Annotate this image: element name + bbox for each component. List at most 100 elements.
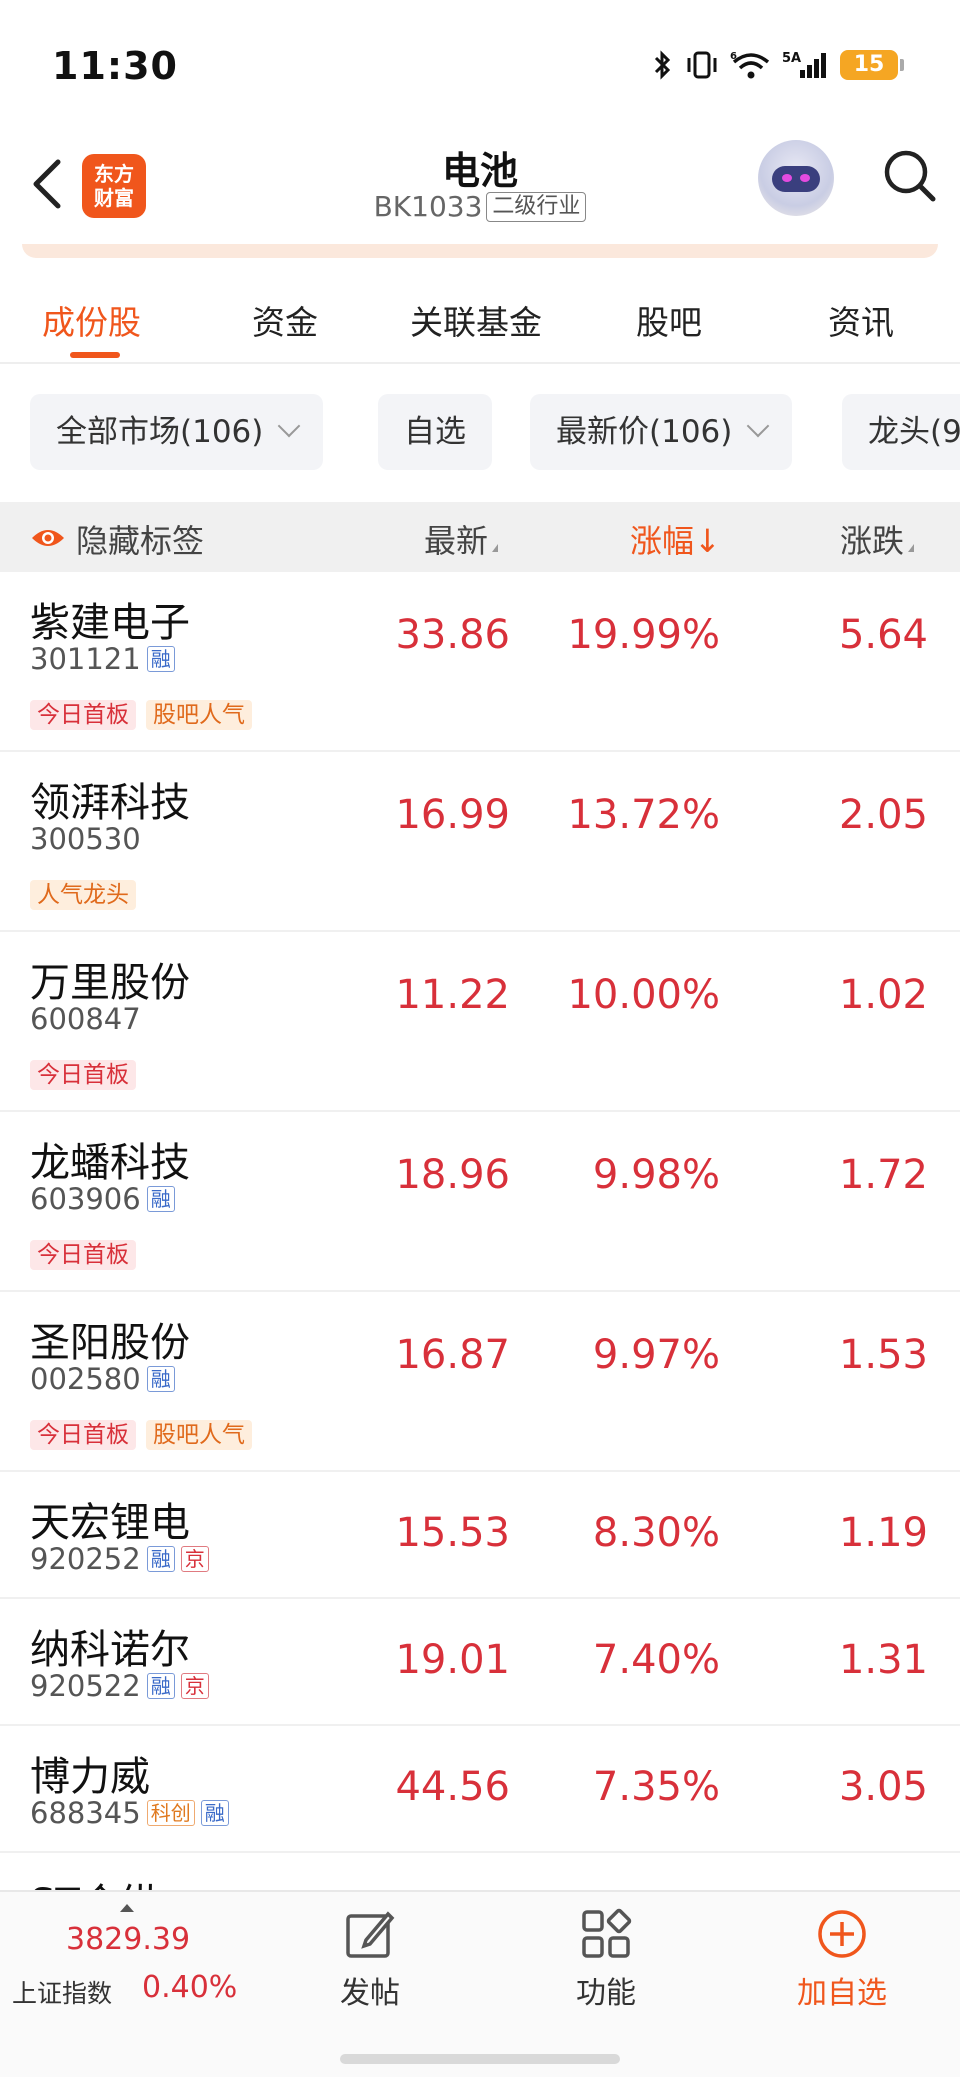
column-latest-label: 最新 xyxy=(424,522,489,560)
stock-change: 3.05 xyxy=(838,1764,928,1810)
stock-badge: 融 xyxy=(146,1366,175,1392)
assistant-robot-icon[interactable] xyxy=(758,140,834,216)
tab-constituents[interactable]: 成份股 xyxy=(42,296,141,344)
filter-latest-price-label: 最新价(106) xyxy=(556,414,733,450)
wifi-icon: 6 xyxy=(730,50,772,80)
stock-code-line: 300530 xyxy=(30,822,141,856)
column-change-label: 涨跌 xyxy=(840,522,905,560)
filter-watchlist[interactable]: 自选 xyxy=(378,394,492,470)
stock-row[interactable]: ST合纵 xyxy=(0,1853,960,1892)
add-circle-icon xyxy=(818,1910,866,1958)
stock-code: 920522 xyxy=(30,1669,141,1703)
column-change-pct[interactable]: 涨幅↓ xyxy=(630,516,721,562)
stock-row[interactable]: 万里股份 600847 今日首板 11.22 10.00% 1.02 xyxy=(0,932,960,1112)
bottom-bar: 3829.39 上证指数 0.40% 发帖 功能 加自选 xyxy=(0,1890,960,2077)
stock-code: 688345 xyxy=(30,1796,141,1830)
stock-change-pct: 13.72% xyxy=(567,792,720,838)
eye-icon[interactable] xyxy=(30,522,66,550)
stock-change-pct: 7.35% xyxy=(592,1764,720,1810)
stock-tag: 今日首板 xyxy=(30,1060,136,1090)
stock-name: 领湃科技 xyxy=(30,780,190,826)
vibrate-icon xyxy=(684,50,720,80)
search-icon[interactable] xyxy=(880,146,940,206)
stock-row[interactable]: 领湃科技 300530 人气龙头 16.99 13.72% 2.05 xyxy=(0,752,960,932)
stock-tags: 今日首板 xyxy=(30,1240,136,1270)
tab-bar: 成份股 资金 关联基金 股吧 资讯 xyxy=(0,272,960,364)
stock-change: 1.72 xyxy=(838,1152,928,1198)
stock-badge: 融 xyxy=(146,1673,175,1699)
stock-code-line: 920252 融京 xyxy=(30,1542,209,1576)
stock-row[interactable]: 纳科诺尔 920522 融京 19.01 7.40% 1.31 xyxy=(0,1599,960,1726)
sort-icon xyxy=(908,544,915,552)
add-to-watchlist-button[interactable]: 加自选 xyxy=(772,1908,912,2012)
stock-tag: 今日首板 xyxy=(30,700,136,730)
active-tab-indicator xyxy=(70,352,120,358)
post-button[interactable]: 发帖 xyxy=(300,1908,440,2012)
stock-change-pct: 9.98% xyxy=(592,1152,720,1198)
stock-code: 300530 xyxy=(30,822,141,856)
stock-change-pct: 10.00% xyxy=(567,972,720,1018)
bluetooth-icon xyxy=(652,50,674,80)
filter-leader[interactable]: 龙头(9 xyxy=(842,394,960,470)
stock-name: 纳科诺尔 xyxy=(30,1627,190,1673)
chevron-down-icon xyxy=(747,414,770,438)
stock-change-pct: 19.99% xyxy=(567,612,720,658)
stock-code-line: 688345 科创融 xyxy=(30,1796,229,1830)
stock-code-line: 301121 融 xyxy=(30,642,175,676)
stock-tag: 人气龙头 xyxy=(30,880,136,910)
stock-latest-price: 11.22 xyxy=(395,972,510,1018)
stock-badge: 融 xyxy=(146,646,175,672)
stock-badge: 融 xyxy=(146,1546,175,1572)
tab-related-funds[interactable]: 关联基金 xyxy=(410,296,542,344)
hide-tags-toggle[interactable]: 隐藏标签 xyxy=(76,516,204,562)
expand-up-icon[interactable] xyxy=(120,1904,134,1912)
clock: 11:30 xyxy=(52,44,178,88)
filter-leader-label: 龙头(9 xyxy=(868,414,960,450)
filter-watchlist-label: 自选 xyxy=(404,414,466,450)
stock-code-line: 920522 融京 xyxy=(30,1669,209,1703)
column-header: 隐藏标签 最新 涨幅↓ 涨跌 xyxy=(0,502,960,572)
stock-row[interactable]: 圣阳股份 002580 融今日首板 股吧人气 16.87 9.97% 1.53 xyxy=(0,1292,960,1472)
stock-change: 2.05 xyxy=(838,792,928,838)
stock-name: ST合纵 xyxy=(30,1871,160,1892)
industry-level-tag: 二级行业 xyxy=(486,192,587,222)
index-name[interactable]: 上证指数 xyxy=(12,1974,112,2010)
index-change[interactable]: 0.40% xyxy=(142,1970,237,2005)
stock-code: 002580 xyxy=(30,1362,141,1396)
index-value[interactable]: 3829.39 xyxy=(66,1922,190,1957)
tab-news[interactable]: 资讯 xyxy=(828,296,894,344)
status-icons: 6 5A 15 xyxy=(652,50,904,80)
filter-market[interactable]: 全部市场(106) xyxy=(30,394,324,470)
stock-tags: 今日首板 股吧人气 xyxy=(30,1420,252,1450)
grid-icon xyxy=(582,1908,632,1958)
stock-row[interactable]: 龙蟠科技 603906 融今日首板 18.96 9.98% 1.72 xyxy=(0,1112,960,1292)
filter-latest-price[interactable]: 最新价(106) xyxy=(530,394,793,470)
sector-code-text: BK1033 xyxy=(373,190,483,223)
battery-level: 15 xyxy=(840,50,898,80)
home-indicator[interactable] xyxy=(340,2054,620,2064)
stock-tag: 今日首板 xyxy=(30,1240,136,1270)
stock-tag: 股吧人气 xyxy=(146,1420,252,1450)
battery-icon: 15 xyxy=(840,50,904,80)
stock-row[interactable]: 紫建电子 301121 融今日首板 股吧人气 33.86 19.99% 5.64 xyxy=(0,572,960,752)
stock-change-pct: 8.30% xyxy=(592,1510,720,1556)
stock-name: 博力威 xyxy=(30,1754,150,1800)
stock-badge: 京 xyxy=(180,1546,209,1572)
column-change[interactable]: 涨跌 xyxy=(840,516,915,562)
stock-code-line: 603906 融 xyxy=(30,1182,175,1216)
stock-tag: 今日首板 xyxy=(30,1420,136,1450)
functions-button[interactable]: 功能 xyxy=(536,1908,676,2012)
stock-name: 万里股份 xyxy=(30,960,190,1006)
stock-change: 1.02 xyxy=(838,972,928,1018)
stock-change: 1.31 xyxy=(838,1637,928,1683)
tab-forum[interactable]: 股吧 xyxy=(636,296,702,344)
stock-latest-price: 44.56 xyxy=(395,1764,510,1810)
stock-row[interactable]: 天宏锂电 920252 融京 15.53 8.30% 1.19 xyxy=(0,1472,960,1599)
tab-funds-flow[interactable]: 资金 xyxy=(252,296,318,344)
column-latest[interactable]: 最新 xyxy=(424,516,499,562)
stock-change-pct: 9.97% xyxy=(592,1332,720,1378)
page-header: 东方 财富 电池 BK1033 二级行业 xyxy=(0,130,960,250)
cellular-signal-icon: 5A xyxy=(782,50,830,80)
stock-row[interactable]: 博力威 688345 科创融 44.56 7.35% 3.05 xyxy=(0,1726,960,1853)
add-to-watchlist-label: 加自选 xyxy=(797,1976,887,2011)
